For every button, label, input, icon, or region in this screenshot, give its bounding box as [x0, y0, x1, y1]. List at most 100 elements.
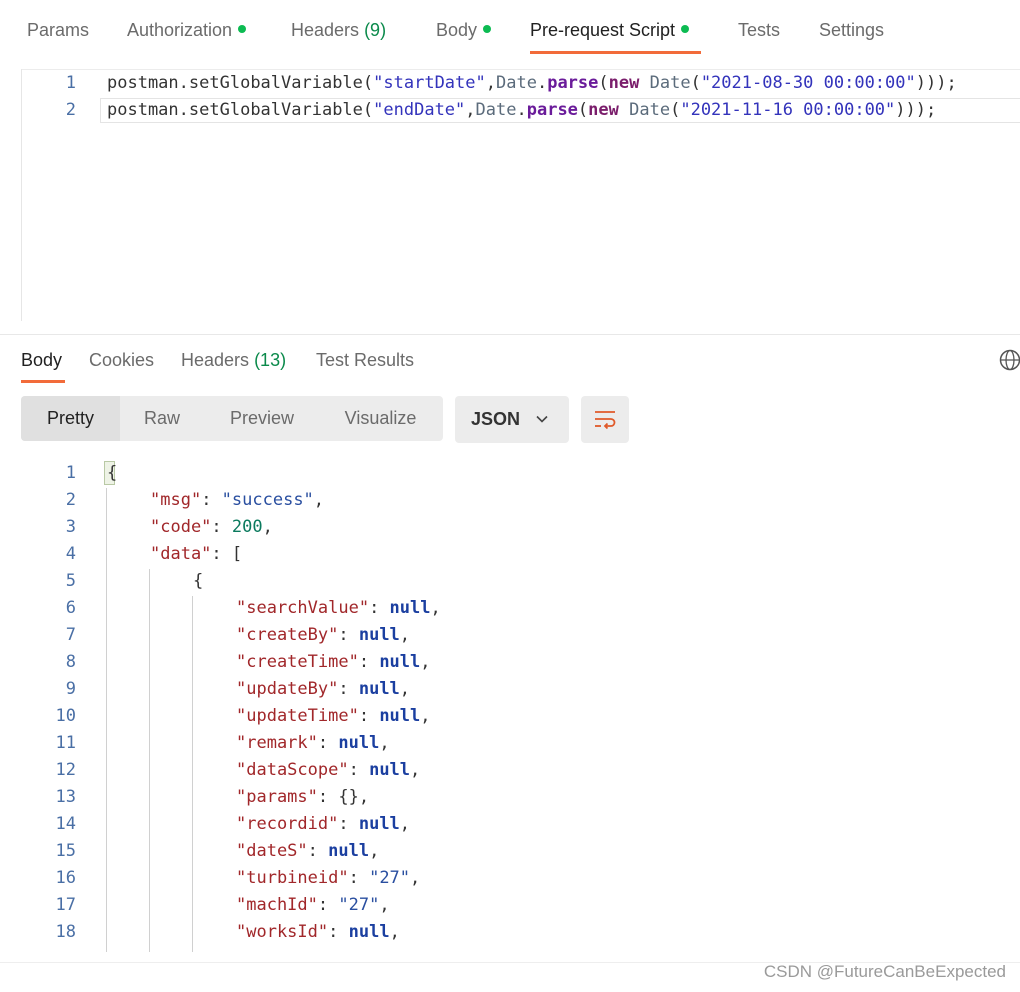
tab-label: Tests [738, 20, 781, 40]
json-token: , [313, 490, 325, 510]
tab-label: Settings [819, 20, 885, 40]
status-dot-icon [681, 25, 690, 34]
code-text: postman.setGlobalVariable("startDate",Da… [107, 73, 957, 93]
json-token: "success" [221, 490, 314, 510]
tab-label: Body [21, 350, 63, 370]
line-number: 3 [65, 517, 76, 537]
json-token: "params" [236, 787, 318, 807]
tab-settings[interactable]: Settings [819, 20, 884, 41]
json-text: "worksId": null, [236, 922, 400, 942]
code-line: 1 postman.setGlobalVariable("startDate",… [0, 69, 1020, 96]
json-text: { [107, 463, 117, 483]
json-token: "updateBy" [236, 679, 339, 699]
json-token: "dataScope" [236, 760, 349, 780]
line-number: 1 [65, 463, 76, 483]
tab-label: Headers [181, 350, 250, 370]
line-number: 9 [65, 679, 76, 699]
tab-params[interactable]: Params [27, 20, 89, 41]
json-line: 6 "searchValue": null, [0, 596, 1020, 623]
json-line: 10 "updateTime": null, [0, 704, 1020, 731]
tab-authorization[interactable]: Authorization [127, 20, 247, 41]
current-line-highlight [100, 98, 1020, 123]
json-text: "updateBy": null, [236, 679, 410, 699]
json-token: { [193, 571, 204, 591]
format-select[interactable]: JSON [455, 396, 569, 443]
view-mode-preview[interactable]: Preview [204, 396, 320, 441]
json-token: "updateTime" [236, 706, 359, 726]
line-number: 4 [65, 544, 76, 564]
pane-divider[interactable] [0, 334, 1020, 335]
json-token: "createBy" [236, 625, 339, 645]
line-number: 6 [65, 598, 76, 618]
json-token: , [399, 625, 411, 645]
line-number: 2 [65, 100, 76, 120]
json-text: "createTime": null, [236, 652, 431, 672]
json-token: : [369, 598, 390, 618]
wrap-lines-button[interactable] [581, 396, 629, 443]
tab-label: Params [27, 20, 90, 40]
json-token: null [389, 598, 431, 618]
json-token: , [410, 868, 421, 888]
json-token: null [358, 625, 400, 645]
json-token: "createTime" [236, 652, 359, 672]
json-text: "msg": "success", [150, 490, 324, 510]
json-line: 5{ [0, 569, 1020, 596]
tab-body[interactable]: Body [436, 20, 492, 41]
json-line: 15 "dateS": null, [0, 839, 1020, 866]
json-token: null [338, 733, 380, 753]
json-token: { [107, 463, 118, 483]
json-token: : [338, 625, 359, 645]
json-token: , [369, 841, 380, 861]
json-token: , [430, 598, 441, 618]
format-select-value: JSON [471, 409, 521, 429]
view-mode-raw[interactable]: Raw [120, 396, 204, 441]
tab-cookies[interactable]: Cookies [89, 350, 154, 371]
tab-response-body[interactable]: Body [21, 350, 62, 371]
json-line: 14 "recordid": null, [0, 812, 1020, 839]
json-token: , [389, 922, 400, 942]
line-number: 12 [55, 760, 76, 780]
tab-headers[interactable]: Headers (9) [291, 20, 386, 41]
json-token: "machId" [236, 895, 318, 915]
json-token: "turbineid" [236, 868, 349, 888]
json-token: "worksId" [236, 922, 329, 942]
json-token: : [338, 679, 359, 699]
line-number: 8 [65, 652, 76, 672]
globe-icon[interactable] [999, 349, 1020, 371]
line-number: 1 [65, 73, 76, 93]
watermark: CSDN @FutureCanBeExpected [763, 962, 1006, 981]
json-text: "code": 200, [150, 517, 273, 537]
json-token: : [338, 814, 359, 834]
active-tab-indicator [530, 51, 701, 54]
tab-response-headers[interactable]: Headers (13) [181, 350, 286, 371]
tab-test-results[interactable]: Test Results [316, 350, 414, 371]
view-mode-pretty[interactable]: Pretty [21, 396, 120, 441]
json-token: "recordid" [236, 814, 339, 834]
json-token: "msg" [150, 490, 202, 510]
tab-tests[interactable]: Tests [738, 20, 780, 41]
json-token: "data" [150, 544, 212, 564]
json-token: null [379, 652, 421, 672]
line-number: 2 [65, 490, 76, 510]
json-token: , [410, 760, 421, 780]
line-number: 7 [65, 625, 76, 645]
json-token: , [399, 679, 411, 699]
json-token: : [211, 517, 232, 537]
json-line: 11 "remark": null, [0, 731, 1020, 758]
tab-pre-request-script[interactable]: Pre-request Script [530, 20, 690, 41]
tab-label: Test Results [316, 350, 415, 370]
json-token: "code" [150, 517, 212, 537]
view-mode-visualize[interactable]: Visualize [320, 396, 441, 441]
json-text: "remark": null, [236, 733, 390, 753]
json-line: 8 "createTime": null, [0, 650, 1020, 677]
view-mode-segmented-control: Pretty Raw Preview Visualize [21, 396, 443, 441]
request-tabs: Params Authorization Headers (9) Body Pr… [0, 0, 1020, 60]
json-token: "27" [338, 895, 380, 915]
json-token: null [348, 922, 390, 942]
json-line: 16 "turbineid": "27", [0, 866, 1020, 893]
json-token: : {}, [317, 787, 370, 807]
json-line: 9 "updateBy": null, [0, 677, 1020, 704]
json-line: 7 "createBy": null, [0, 623, 1020, 650]
json-text: "updateTime": null, [236, 706, 431, 726]
json-text: "createBy": null, [236, 625, 410, 645]
